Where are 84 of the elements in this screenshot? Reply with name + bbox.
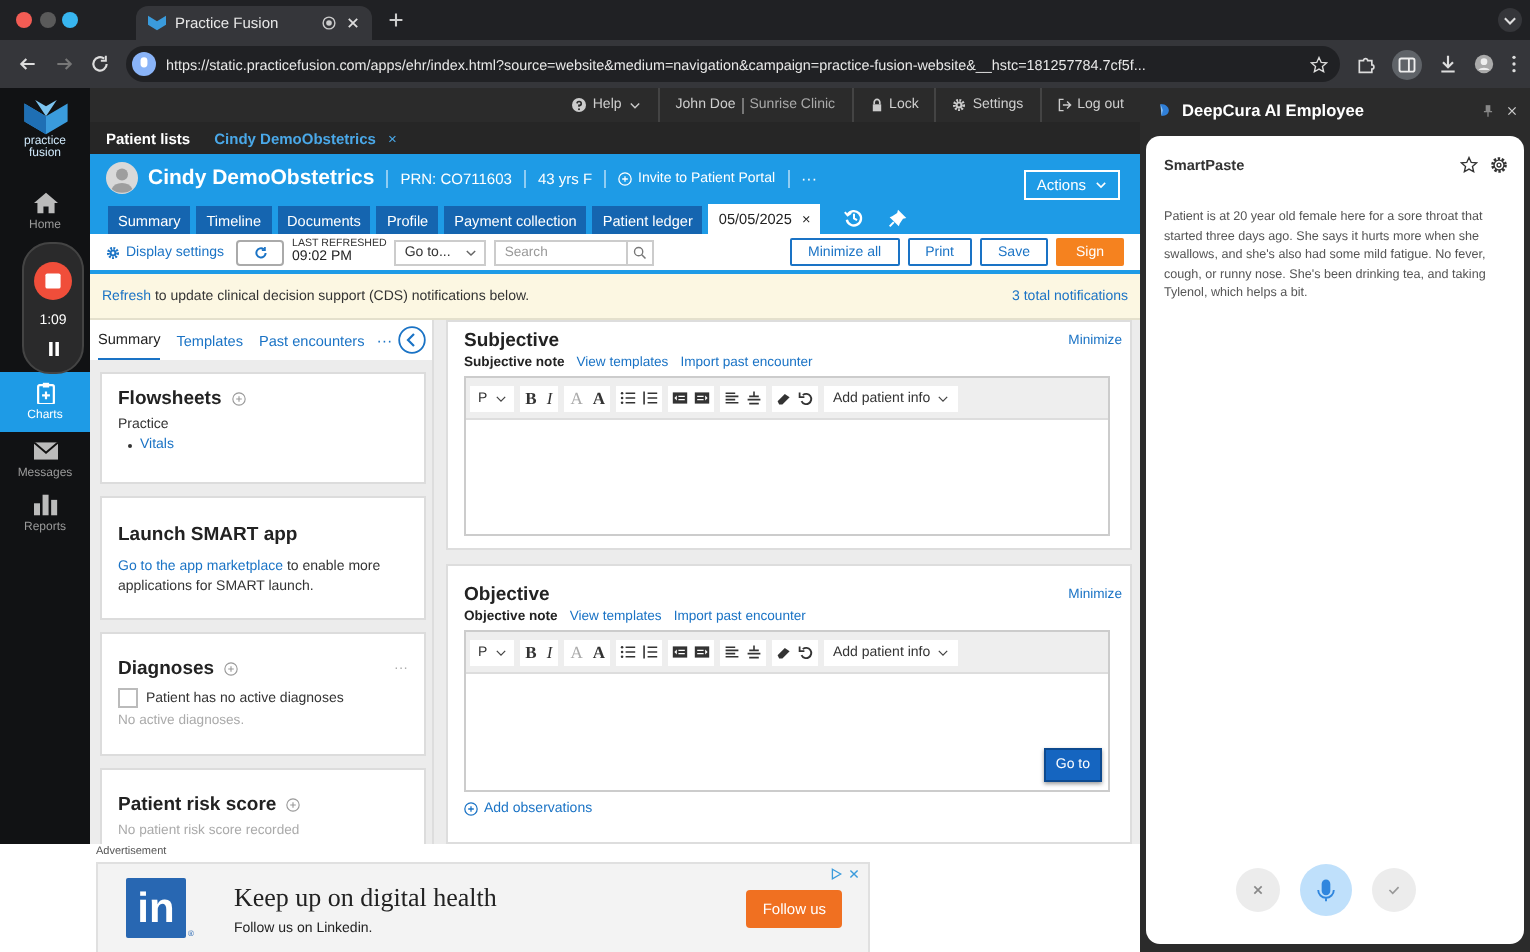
card-title: Diagnoses — [118, 658, 215, 680]
assistant-title: DeepCura AI Employee — [1182, 100, 1364, 120]
avatar-icon — [106, 162, 138, 194]
more-menu[interactable]: ··· — [801, 169, 818, 187]
outdent-icon[interactable] — [672, 390, 689, 406]
new-tab-icon[interactable] — [387, 12, 403, 28]
ad-headline: Keep up on digital health — [233, 881, 497, 913]
indent-icon[interactable] — [694, 390, 711, 406]
chevron-down-icon — [493, 391, 508, 405]
indent-icon[interactable] — [694, 644, 711, 660]
checkbox[interactable] — [118, 688, 138, 708]
assistant-logo-icon — [1158, 102, 1170, 118]
add-icon — [464, 802, 478, 816]
chevron-down-icon — [464, 245, 479, 259]
undo-icon[interactable] — [798, 644, 815, 660]
bullet-list-icon[interactable] — [620, 390, 637, 406]
close-tab-icon[interactable] — [345, 16, 359, 30]
chevron-down-icon — [493, 645, 508, 659]
star-icon[interactable] — [1460, 156, 1478, 174]
forward-icon[interactable] — [54, 54, 74, 74]
puzzle-icon[interactable] — [1356, 54, 1376, 74]
invite-icon — [618, 171, 633, 185]
favicon-icon — [147, 14, 165, 32]
window-maximize-button[interactable] — [62, 12, 78, 28]
window-close-button[interactable] — [16, 12, 32, 28]
bookmark-star-icon[interactable] — [1310, 55, 1328, 73]
log-out-icon — [1057, 98, 1072, 112]
help-icon — [572, 98, 587, 112]
stop-recording-button[interactable] — [34, 261, 72, 299]
collapse-button[interactable] — [398, 326, 427, 354]
card-title: Flowsheets — [118, 388, 222, 410]
patient-name: Cindy DemoObstetrics — [148, 166, 375, 190]
chevron-down-icon — [627, 98, 642, 112]
section-title: Subjective — [464, 330, 560, 352]
section-title: Objective — [464, 584, 550, 606]
eraser-icon[interactable] — [776, 390, 793, 406]
numbered-list-icon[interactable] — [642, 390, 659, 406]
history-icon[interactable] — [844, 208, 865, 228]
linkedin-logo: in — [126, 878, 186, 938]
card-title: Launch SMART app — [118, 524, 298, 546]
refresh-button[interactable] — [236, 239, 285, 265]
bullet-list-icon[interactable] — [620, 644, 637, 660]
refresh-icon — [253, 245, 268, 259]
align-left-icon[interactable] — [724, 644, 741, 660]
eraser-icon[interactable] — [776, 644, 793, 660]
align-left-icon[interactable] — [724, 390, 741, 406]
microphone-button[interactable] — [1299, 864, 1351, 916]
ad-choices-icon[interactable] — [830, 868, 842, 880]
align-center-icon[interactable] — [746, 390, 763, 406]
undo-icon[interactable] — [798, 390, 815, 406]
settings-icon[interactable] — [1490, 156, 1508, 174]
chevron-down-icon — [1094, 177, 1108, 191]
profile-avatar-icon[interactable] — [1474, 54, 1494, 74]
more-menu[interactable]: ··· — [376, 331, 393, 349]
align-center-icon[interactable] — [746, 644, 763, 660]
settings-icon — [952, 98, 967, 112]
clipboard-icon — [33, 382, 57, 404]
add-icon[interactable] — [224, 662, 239, 676]
search-icon[interactable] — [628, 239, 655, 265]
close-icon[interactable] — [1506, 103, 1518, 117]
side-panel-icon[interactable] — [1392, 49, 1422, 79]
outdent-icon[interactable] — [672, 644, 689, 660]
numbered-list-icon[interactable] — [642, 644, 659, 660]
pin-icon[interactable] — [1482, 103, 1494, 117]
reload-icon[interactable] — [90, 54, 110, 74]
back-icon[interactable] — [18, 54, 38, 74]
settings-icon — [106, 245, 120, 259]
add-icon[interactable] — [286, 798, 301, 812]
site-info-icon[interactable] — [132, 52, 156, 76]
logo-icon — [21, 100, 69, 136]
card-title: Patient risk score — [118, 794, 277, 816]
envelope-icon — [33, 439, 57, 461]
tab-list-icon[interactable] — [1498, 8, 1522, 32]
home-icon — [33, 192, 57, 214]
more-vertical-icon[interactable] — [1510, 54, 1518, 74]
chevron-down-icon — [936, 645, 951, 659]
pause-icon[interactable] — [47, 341, 59, 355]
add-icon[interactable] — [231, 392, 246, 406]
chevron-down-icon — [936, 391, 951, 405]
bar-chart-icon — [33, 493, 57, 515]
download-icon[interactable] — [1438, 54, 1458, 74]
pin-icon[interactable] — [888, 208, 909, 228]
lock-icon — [869, 98, 884, 112]
audio-indicator-icon — [321, 16, 335, 30]
